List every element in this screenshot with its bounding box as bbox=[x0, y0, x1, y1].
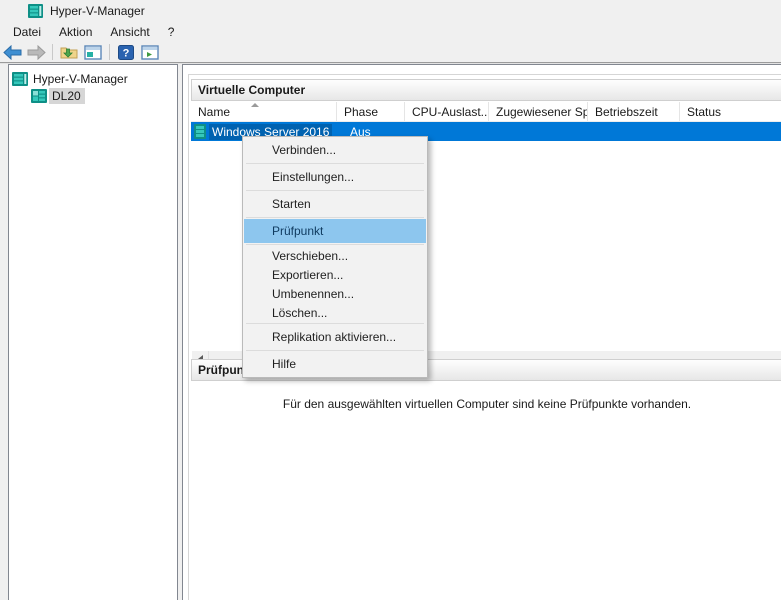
back-icon[interactable] bbox=[1, 42, 23, 62]
context-menu-item-pruefpunkt[interactable]: Prüfpunkt bbox=[244, 219, 426, 243]
console-tree-pane: Hyper-V-Manager DL20 bbox=[8, 64, 178, 600]
tree-item-hyperv-manager[interactable]: Hyper-V-Manager bbox=[12, 70, 132, 87]
server-icon bbox=[12, 71, 28, 86]
toolbar: ? bbox=[0, 41, 781, 63]
menu-bar: Datei Aktion Ansicht ? bbox=[0, 22, 781, 41]
tree-item-label: Hyper-V-Manager bbox=[33, 71, 128, 86]
context-menu-item-einstellungen[interactable]: Einstellungen... bbox=[244, 165, 426, 189]
menu-separator bbox=[246, 217, 424, 218]
menu-separator bbox=[246, 323, 424, 324]
tree-item-label: DL20 bbox=[49, 87, 85, 104]
menu-aktion[interactable]: Aktion bbox=[50, 23, 101, 41]
tree-item-dl20[interactable]: DL20 bbox=[31, 87, 85, 104]
menu-help[interactable]: ? bbox=[159, 23, 184, 41]
window-title: Hyper-V-Manager bbox=[50, 4, 145, 18]
vm-context-menu: Verbinden... Einstellungen... Starten Pr… bbox=[242, 136, 428, 378]
svg-text:?: ? bbox=[123, 47, 130, 59]
menu-separator bbox=[246, 163, 424, 164]
virtual-machines-header: Virtuelle Computer bbox=[191, 79, 781, 101]
export-folder-icon[interactable] bbox=[58, 42, 80, 62]
context-menu-item-starten[interactable]: Starten bbox=[244, 192, 426, 216]
context-menu-item-loeschen[interactable]: Löschen... bbox=[244, 303, 426, 322]
column-status[interactable]: Status bbox=[680, 102, 781, 121]
vm-table-header: Name Phase CPU-Auslast... Zugewiesener S… bbox=[191, 102, 781, 122]
menu-separator bbox=[246, 350, 424, 351]
column-name[interactable]: Name bbox=[191, 102, 337, 121]
column-assigned-memory[interactable]: Zugewiesener Spei... bbox=[489, 102, 588, 121]
forward-icon[interactable] bbox=[25, 42, 47, 62]
context-menu-item-replikation-aktivieren[interactable]: Replikation aktivieren... bbox=[244, 325, 426, 349]
context-menu-item-verbinden[interactable]: Verbinden... bbox=[244, 138, 426, 162]
help-icon[interactable]: ? bbox=[115, 42, 137, 62]
column-phase[interactable]: Phase bbox=[337, 102, 405, 121]
title-bar: Hyper-V-Manager bbox=[0, 0, 781, 22]
column-uptime[interactable]: Betriebszeit bbox=[588, 102, 680, 121]
toolbar-separator bbox=[109, 44, 110, 60]
menu-datei[interactable]: Datei bbox=[4, 23, 50, 41]
checkpoints-empty-message: Für den ausgewählten virtuellen Computer… bbox=[282, 397, 692, 411]
context-menu-item-verschieben[interactable]: Verschieben... bbox=[244, 246, 426, 265]
sort-ascending-icon bbox=[251, 103, 259, 107]
show-window-icon[interactable] bbox=[139, 42, 161, 62]
hyperv-app-icon bbox=[28, 4, 43, 18]
vm-icon bbox=[194, 124, 206, 139]
virtual-machines-title: Virtuelle Computer bbox=[198, 83, 306, 97]
context-menu-item-hilfe[interactable]: Hilfe bbox=[244, 352, 426, 376]
toolbar-separator bbox=[52, 44, 53, 60]
column-cpu-usage[interactable]: CPU-Auslast... bbox=[405, 102, 489, 121]
console-window-icon[interactable] bbox=[82, 42, 104, 62]
menu-ansicht[interactable]: Ansicht bbox=[101, 23, 158, 41]
context-menu-item-umbenennen[interactable]: Umbenennen... bbox=[244, 284, 426, 303]
menu-separator bbox=[246, 244, 424, 245]
host-server-icon bbox=[31, 88, 47, 103]
context-menu-item-exportieren[interactable]: Exportieren... bbox=[244, 265, 426, 284]
menu-separator bbox=[246, 190, 424, 191]
